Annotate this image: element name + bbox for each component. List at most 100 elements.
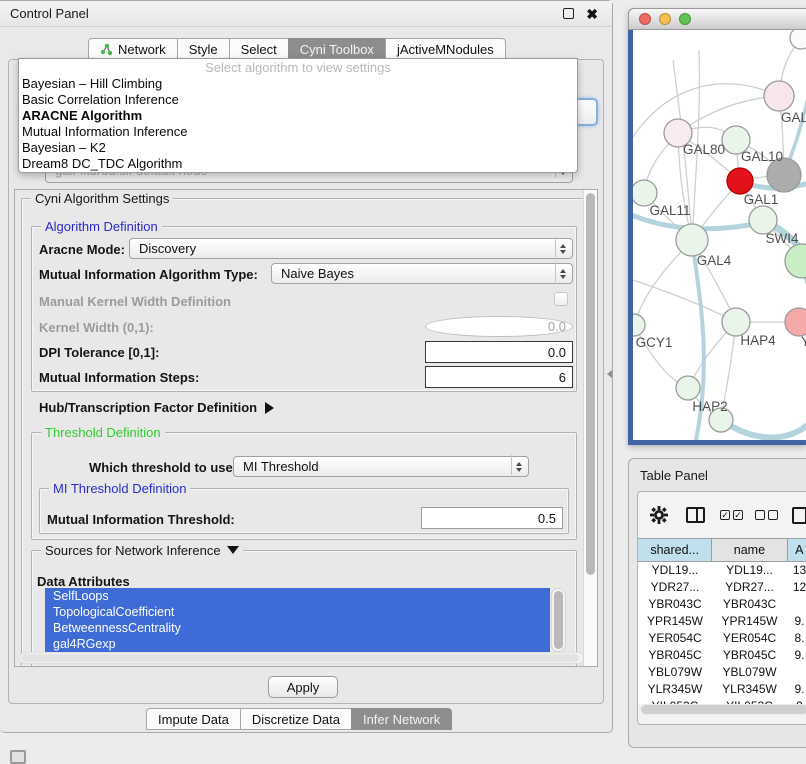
table-cell: YBL079W	[638, 664, 712, 681]
network-node[interactable]	[785, 244, 806, 278]
table-header: shared... name A	[638, 538, 806, 562]
table-icon[interactable]	[792, 507, 806, 524]
network-node[interactable]	[676, 224, 708, 256]
group-title[interactable]: Sources for Network Inference	[41, 543, 243, 558]
collapse-down-icon	[227, 546, 239, 554]
network-node[interactable]	[633, 314, 645, 336]
table-cell: YPR145W	[712, 613, 787, 630]
cyni-bottom-tabbar: Impute Data Discretize Data Infer Networ…	[146, 708, 452, 730]
tab-label: Select	[241, 42, 277, 57]
algorithm-dropdown-item[interactable]: Mutual Information Inference	[19, 124, 577, 140]
table-row[interactable]: YBR045CYBR045C9.	[638, 647, 806, 664]
manual-kernel-label: Manual Kernel Width Definition	[39, 294, 231, 309]
tab-impute-data[interactable]: Impute Data	[146, 708, 241, 730]
network-node-label: GAL11	[649, 203, 690, 218]
settings-horizontal-scrollbar[interactable]	[19, 652, 585, 664]
mi-type-value: Naive Bayes	[272, 266, 354, 281]
network-node[interactable]	[749, 206, 777, 234]
close-panel-icon[interactable]: ✖	[586, 5, 598, 23]
data-attributes-list[interactable]: SelfLoopsTopologicalCoefficientBetweenne…	[45, 588, 550, 652]
kernel-width-field[interactable]: 0.0	[425, 316, 573, 337]
network-node[interactable]	[727, 168, 753, 194]
split-columns-icon[interactable]	[686, 507, 705, 523]
combo-arrows-icon	[560, 244, 566, 254]
minimize-window-icon[interactable]	[659, 13, 671, 25]
control-panel-titlebar[interactable]: Control Panel ✖	[0, 1, 612, 27]
attributes-list-scrollbar[interactable]	[551, 588, 566, 652]
table-cell: YBL079W	[712, 664, 787, 681]
algorithm-dropdown-placeholder: Select algorithm to view settings	[19, 59, 577, 76]
column-header-shared-name[interactable]: shared...	[637, 538, 712, 562]
float-panel-icon[interactable]	[563, 8, 574, 19]
tab-infer-network[interactable]: Infer Network	[351, 708, 452, 730]
settings-vertical-scrollbar[interactable]	[583, 190, 597, 666]
table-row[interactable]: YBL079WYBL079W	[638, 664, 806, 681]
kernel-width-value: 0.0	[548, 319, 566, 334]
network-node-label: HAP2	[692, 399, 727, 414]
mi-steps-field[interactable]: 6	[425, 366, 573, 388]
unchecked-pair-icon[interactable]	[755, 510, 778, 520]
zoom-window-icon[interactable]	[679, 13, 691, 25]
kernel-width-label: Kernel Width (0,1):	[39, 320, 154, 335]
network-node[interactable]	[676, 376, 700, 400]
network-node-label: GCY1	[636, 335, 673, 350]
column-header-partial[interactable]: A	[787, 538, 806, 562]
algorithm-dropdown-item[interactable]: Bayesian – K2	[19, 140, 577, 156]
tab-cyni-toolbox[interactable]: Cyni Toolbox	[288, 38, 386, 60]
algorithm-dropdown-item[interactable]: Bayesian – Hill Climbing	[19, 76, 577, 92]
apply-button[interactable]: Apply	[268, 676, 338, 698]
table-cell: 8.	[787, 630, 806, 647]
table-row[interactable]: YDR27...YDR27...12	[638, 579, 806, 596]
network-node[interactable]	[722, 308, 750, 336]
gear-icon[interactable]	[650, 506, 668, 524]
dpi-tolerance-field[interactable]: 0.0	[425, 341, 573, 363]
network-node[interactable]	[785, 308, 806, 336]
tab-network[interactable]: Network	[88, 38, 178, 60]
splitter-grip[interactable]	[607, 370, 612, 378]
tab-jactivemnodules[interactable]: jActiveMNodules	[385, 38, 506, 60]
network-graph: GALGAL80GAL10GAL1GAL11SWI4GAL4GCY1HAP4YH…	[633, 30, 806, 440]
table-row[interactable]: YER054CYER054C8.	[638, 630, 806, 647]
which-threshold-value: MI Threshold	[234, 459, 319, 474]
table-cell: YBR043C	[638, 596, 712, 613]
group-title: Threshold Definition	[41, 425, 165, 440]
table-row[interactable]: YBR043CYBR043C	[638, 596, 806, 613]
table-horizontal-scrollbar[interactable]	[640, 704, 806, 715]
cyni-settings-scrollpane: Cyni Algorithm Settings Algorithm Defini…	[14, 189, 598, 667]
network-node[interactable]	[790, 30, 806, 49]
algorithm-dropdown-item[interactable]: ARACNE Algorithm	[19, 108, 577, 124]
expand-right-icon	[265, 402, 274, 414]
combo-arrows-icon	[516, 462, 522, 472]
mi-steps-value: 6	[559, 370, 566, 385]
mi-threshold-field[interactable]: 0.5	[421, 507, 563, 529]
mi-type-combobox[interactable]: Naive Bayes	[271, 263, 573, 284]
data-attribute-item[interactable]: gal4RGexp	[45, 636, 550, 652]
network-node[interactable]	[764, 81, 794, 111]
network-window-titlebar[interactable]	[628, 8, 806, 30]
table-row[interactable]: YDL19...YDL19...13	[638, 562, 806, 579]
column-header-name[interactable]: name	[711, 538, 787, 562]
algorithm-dropdown-item[interactable]: Basic Correlation Inference	[19, 92, 577, 108]
data-attribute-item[interactable]: SelfLoops	[45, 588, 550, 604]
table-toolbar: ✓✓	[638, 496, 806, 534]
data-attribute-item[interactable]: TopologicalCoefficient	[45, 604, 550, 620]
table-row[interactable]: YPR145WYPR145W9.	[638, 613, 806, 630]
hub-definition-toggle[interactable]: Hub/Transcription Factor Definition	[39, 400, 274, 415]
tab-discretize-data[interactable]: Discretize Data	[240, 708, 352, 730]
which-threshold-label: Which threshold to use:	[89, 460, 237, 475]
group-title: MI Threshold Definition	[49, 481, 190, 496]
manual-kernel-checkbox[interactable]	[554, 292, 568, 306]
which-threshold-combobox[interactable]: MI Threshold	[233, 456, 529, 477]
tab-label: Style	[189, 42, 218, 57]
data-attribute-item[interactable]: BetweennessCentrality	[45, 620, 550, 636]
table-row[interactable]: YLR345WYLR345W9.	[638, 681, 806, 698]
aracne-mode-combobox[interactable]: Discovery	[129, 238, 573, 259]
close-window-icon[interactable]	[639, 13, 651, 25]
tab-select[interactable]: Select	[229, 38, 289, 60]
algorithm-dropdown-item[interactable]: Dream8 DC_TDC Algorithm	[19, 156, 577, 172]
network-canvas[interactable]: GALGAL80GAL10GAL1GAL11SWI4GAL4GCY1HAP4YH…	[633, 30, 806, 440]
checked-pair-icon[interactable]: ✓✓	[720, 510, 743, 520]
tab-style[interactable]: Style	[177, 38, 230, 60]
table-panel-title: Table Panel	[640, 468, 708, 483]
table-cell: YDL19...	[712, 562, 787, 579]
